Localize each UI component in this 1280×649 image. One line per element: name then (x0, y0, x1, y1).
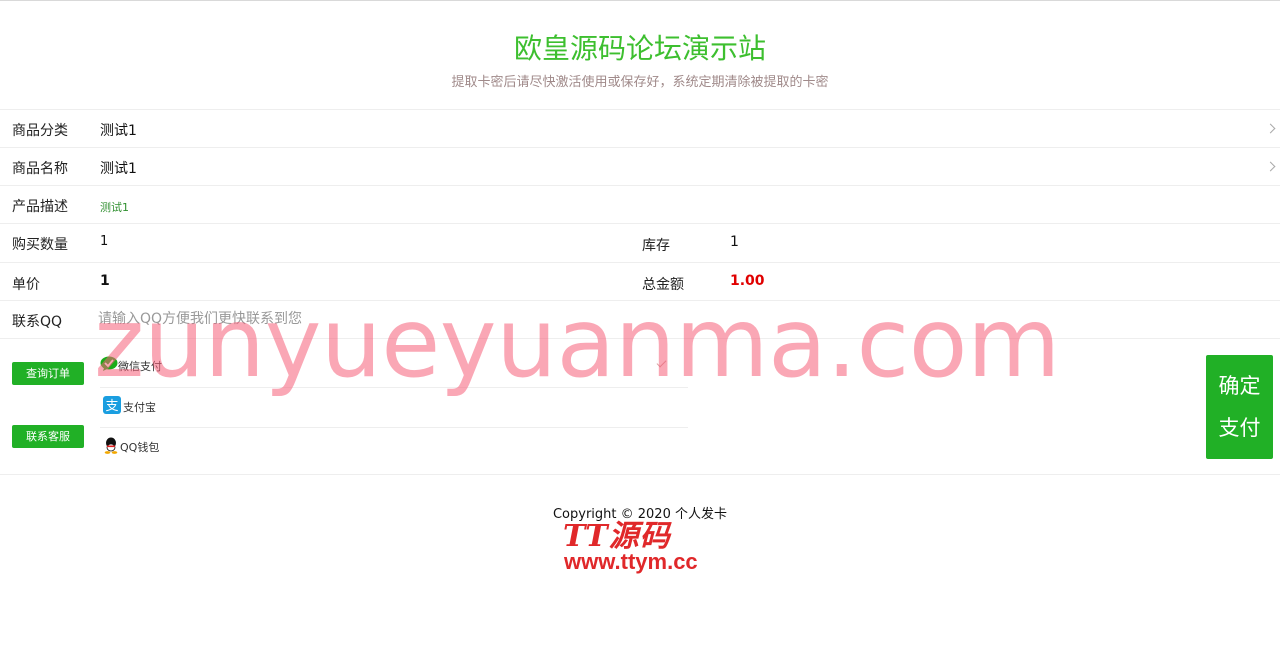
quantity-label: 购买数量 (12, 237, 68, 253)
description-row: 产品描述 测试1 (0, 185, 1280, 223)
description-label: 产品描述 (12, 199, 68, 215)
qq-wallet-icon (104, 437, 118, 458)
payment-name: QQ钱包 (120, 441, 160, 454)
product-value: 测试1 (100, 161, 137, 177)
confirm-pay-button[interactable]: 确定 支付 (1206, 355, 1273, 459)
site-subtitle: 提取卡密后请尽快激活使用或保存好，系统定期清除被提取的卡密 (451, 75, 829, 90)
tt-logo-url: www.ttym.cc (564, 549, 698, 574)
product-label: 商品名称 (12, 161, 68, 177)
checkmark-icon (656, 357, 667, 368)
total-value: 1.00 (730, 273, 765, 289)
payment-option-qqwallet[interactable]: QQ钱包 (100, 428, 688, 468)
quantity-input[interactable]: 1 (100, 234, 108, 249)
confirm-pay-label-2: 支付 (1218, 416, 1261, 440)
chevron-right-icon (1265, 161, 1276, 172)
price-row: 单价 1 总金额 1.00 (0, 262, 1280, 300)
footer-divider (0, 474, 1280, 475)
payment-name: 支付宝 (123, 401, 156, 414)
description-value: 测试1 (100, 201, 129, 214)
unit-price-value: 1 (100, 273, 110, 289)
category-select[interactable]: 商品分类 测试1 (0, 109, 1280, 147)
stock-value: 1 (730, 234, 739, 250)
stock-label: 库存 (642, 238, 670, 254)
contact-qq-label: 联系QQ (12, 314, 63, 330)
category-value: 测试1 (100, 123, 137, 139)
divider (0, 338, 1280, 339)
contact-qq-input[interactable] (98, 301, 618, 337)
product-select[interactable]: 商品名称 测试1 (0, 147, 1280, 185)
contact-service-button[interactable]: 联系客服 (12, 425, 84, 448)
svg-text:支: 支 (105, 399, 118, 414)
quantity-row: 购买数量 1 库存 1 (0, 223, 1280, 262)
total-label: 总金额 (642, 277, 684, 293)
payment-option-wechat[interactable]: 微信支付 (100, 348, 688, 388)
wechat-pay-icon (100, 356, 118, 376)
payment-name: 微信支付 (118, 360, 162, 373)
site-title: 欧皇源码论坛演示站 (513, 32, 766, 65)
contact-qq-row: 联系QQ (0, 300, 1280, 338)
alipay-icon: 支 (103, 396, 121, 418)
unit-price-label: 单价 (12, 277, 40, 293)
page-header: 欧皇源码论坛演示站 提取卡密后请尽快激活使用或保存好，系统定期清除被提取的卡密 (0, 1, 1280, 109)
category-label: 商品分类 (12, 123, 68, 139)
confirm-pay-label-1: 确定 (1218, 374, 1261, 398)
chevron-right-icon (1265, 123, 1276, 134)
query-order-button[interactable]: 查询订单 (12, 362, 84, 385)
payment-option-alipay[interactable]: 支 支付宝 (100, 388, 688, 428)
